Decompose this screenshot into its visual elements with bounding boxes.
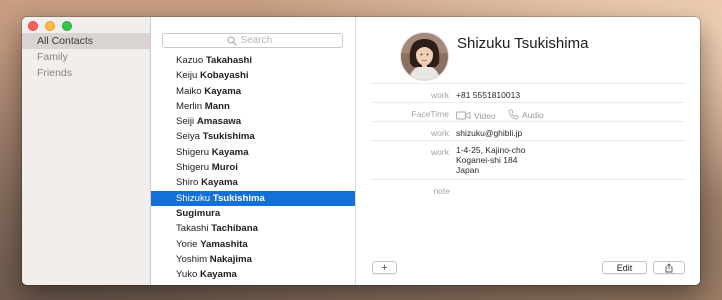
add-button[interactable]: + (372, 261, 397, 274)
contact-first-name: Takashi (176, 223, 209, 235)
contact-row[interactable]: Keiju Kobayashi (151, 68, 355, 83)
contact-row[interactable]: Yoshim Nakajima (151, 252, 355, 267)
edit-label: Edit (616, 262, 633, 273)
avatar-photo (401, 33, 448, 80)
contact-last-name: Sugimura (176, 207, 221, 219)
phone-field: work +81 5551810013 (370, 83, 686, 103)
add-label: + (381, 261, 388, 274)
phone-label: work (431, 90, 449, 100)
audio-label: Audio (521, 109, 544, 120)
contact-row[interactable]: Shigeru Muroi (151, 160, 355, 175)
contact-first-name: Seiji (176, 116, 195, 128)
contact-last-name: Amasawa (196, 116, 242, 128)
phone-icon (508, 109, 519, 120)
contact-first-name: Maiko (176, 85, 202, 97)
contact-list-pane: Kazuo Takahashi Keiju Kobayashi Maiko Ka… (151, 17, 356, 285)
window-controls (28, 21, 72, 31)
note-field: note (370, 179, 686, 199)
contact-last-name: Kayama (201, 177, 238, 189)
contact-detail-pane: Shizuku Tsukishima work +81 5551810013 F… (356, 17, 700, 285)
contact-last-name: Kayama (200, 269, 237, 281)
search-icon (226, 35, 237, 46)
groups-sidebar: All Contacts Family Friends (22, 17, 151, 285)
phone-value[interactable]: +81 5551810013 (456, 90, 520, 100)
contact-first-name: Seiya (176, 131, 200, 143)
video-label: Video (474, 110, 496, 121)
contact-last-name: Kayama (204, 85, 242, 97)
contact-first-name: Yorie (176, 238, 198, 250)
facetime-audio-button[interactable]: Audio (508, 109, 544, 120)
contact-first-name: Yuko (176, 269, 198, 281)
group-friends[interactable]: Friends (22, 65, 150, 81)
email-value[interactable]: shizuku@ghibli.jp (456, 128, 522, 138)
contact-name-title: Shizuku Tsukishima (457, 35, 589, 52)
video-camera-icon (456, 111, 471, 120)
facetime-video-button[interactable]: Video (456, 111, 496, 121)
group-family[interactable]: Family (22, 49, 150, 65)
contact-row[interactable]: Yuko Kayama (151, 267, 355, 282)
contact-row[interactable]: Seiya Tsukishima (151, 129, 355, 144)
minimize-button[interactable] (45, 21, 55, 31)
edit-button[interactable]: Edit (602, 261, 647, 274)
contact-row[interactable]: Sugimura (151, 206, 355, 221)
contact-row[interactable]: Takashi Tachibana (151, 221, 355, 236)
contact-first-name: Keiju (176, 70, 198, 82)
search-input[interactable] (240, 35, 279, 46)
contact-last-name: Tsukishima (212, 192, 265, 204)
zoom-button[interactable] (62, 21, 72, 31)
contact-last-name: Takahashi (205, 55, 253, 66)
contact-first-name: Merlin (176, 100, 203, 112)
contact-first-name: Shigeru (176, 162, 210, 174)
note-label: note (433, 186, 450, 196)
search-field[interactable] (162, 33, 343, 48)
address-line: Koganei-shi 184 (456, 155, 518, 165)
contact-last-name: Kobayashi (200, 70, 249, 82)
contact-row[interactable]: Kazuo Takahashi (151, 53, 355, 68)
contact-row[interactable]: Seiji Amasawa (151, 114, 355, 129)
contact-last-name: Muroi (211, 162, 238, 174)
email-label: work (431, 128, 449, 138)
contact-row[interactable]: Maiko Kayama (151, 84, 355, 99)
address-label: work (431, 147, 449, 157)
address-value[interactable]: 1-4-25, Kajino-cho Koganei-shi 184 Japan (456, 145, 525, 175)
contact-first-name: Shigeru (176, 146, 210, 158)
contact-row-selected[interactable]: Shizuku Tsukishima (151, 190, 355, 206)
avatar[interactable] (401, 33, 448, 80)
address-line: Japan (456, 165, 480, 175)
contact-row[interactable]: Merlin Mann (151, 99, 355, 114)
contact-row[interactable]: Shiro Kayama (151, 175, 355, 190)
close-button[interactable] (28, 21, 38, 31)
contact-first-name: Shiro (176, 177, 199, 189)
contacts-window: All Contacts Family Friends Kazuo Takaha… (22, 17, 700, 285)
share-button[interactable] (653, 261, 685, 274)
address-line: 1-4-25, Kajino-cho (456, 145, 526, 155)
contact-row[interactable]: Yorie Yamashita (151, 237, 355, 252)
contact-last-name: Yamashita (200, 238, 248, 250)
contact-first-name: Kazuo (176, 55, 204, 66)
contact-last-name: Kayama (211, 146, 249, 158)
share-icon (665, 262, 673, 272)
contact-last-name: Nakajima (209, 253, 252, 265)
contact-last-name: Tachibana (211, 223, 258, 235)
contact-list: Kazuo Takahashi Keiju Kobayashi Maiko Ka… (151, 53, 355, 282)
email-field: work shizuku@ghibli.jp (370, 121, 686, 141)
facetime-label: FaceTime (411, 109, 449, 119)
facetime-field: FaceTime Video Audio (370, 102, 686, 122)
contact-first-name: Yoshim (176, 253, 208, 265)
group-all-contacts[interactable]: All Contacts (22, 33, 150, 49)
contact-last-name: Mann (204, 100, 230, 112)
address-field: work 1-4-25, Kajino-cho Koganei-shi 184 … (370, 140, 686, 180)
contact-last-name: Tsukishima (202, 131, 255, 143)
contact-row[interactable]: Shigeru Kayama (151, 145, 355, 160)
contact-first-name: Shizuku (176, 192, 211, 204)
